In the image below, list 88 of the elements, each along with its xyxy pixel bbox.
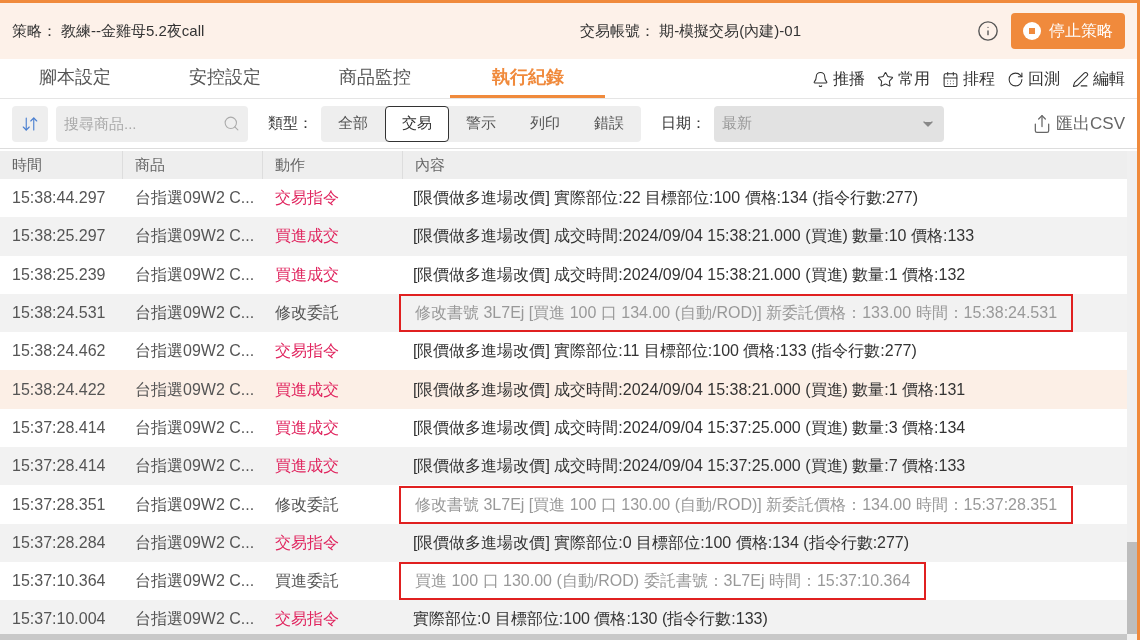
content-cell-text: [限價做多進場改價] 成交時間:2024/09/04 15:38:21.000 (買進) 數量:10 價格:133 bbox=[413, 226, 976, 247]
time-cell-text: 15:37:28.351 bbox=[11, 494, 107, 515]
toolbar-button[interactable]: 回測 bbox=[1007, 67, 1060, 91]
sort-icon bbox=[21, 114, 39, 133]
time-cell-text: 15:37:28.414 bbox=[11, 456, 107, 477]
replay-icon bbox=[1007, 70, 1024, 88]
action-cell-text: 修改委託 bbox=[274, 494, 340, 515]
content-cell-text: [限價做多進場改價] 成交時間:2024/09/04 15:37:25.000 (買進) 數量:3 價格:134 bbox=[413, 417, 967, 438]
stop-icon bbox=[1023, 22, 1041, 40]
action-cell-text: 買進成交 bbox=[274, 226, 340, 247]
time-cell-text: 15:38:44.297 bbox=[11, 188, 107, 209]
time-cell-text: 15:37:28.284 bbox=[11, 532, 107, 553]
time-cell-text: 15:37:10.364 bbox=[11, 571, 107, 592]
action-cell-text: 修改委託 bbox=[274, 303, 340, 324]
log-row[interactable]: 15:38:25.297 台指選09W2 C... 買進成交 [限價做多進場改價] 成交時間:2024/09/04 15:38:21.000 (買進) 數量:10 價格:133 bbox=[0, 217, 1127, 256]
action-cell-text: 交易指令 bbox=[274, 188, 340, 209]
type-option[interactable]: 交易 bbox=[385, 105, 449, 142]
content-cell-text: [限價做多進場改價] 成交時間:2024/09/04 15:37:25.000 (買進) 數量:7 價格:133 bbox=[413, 456, 967, 477]
product-cell-text: 台指選09W2 C... bbox=[134, 571, 256, 592]
product-cell-text: 台指選09W2 C... bbox=[134, 226, 256, 247]
date-label: 日期： bbox=[661, 113, 706, 134]
time-cell-text: 15:37:10.004 bbox=[11, 609, 107, 630]
type-option[interactable]: 全部 bbox=[321, 105, 385, 142]
time-cell-text: 15:37:28.414 bbox=[11, 417, 107, 438]
horizontal-scrollbar[interactable] bbox=[0, 634, 1127, 640]
action-cell-text: 買進成交 bbox=[274, 264, 340, 285]
action-cell-text: 買進成交 bbox=[274, 456, 340, 477]
scrollbar-thumb[interactable] bbox=[1127, 542, 1137, 634]
type-option[interactable]: 錯誤 bbox=[577, 105, 641, 142]
content-cell: 修改書號 3L7Ej [買進 100 口 134.00 (自動/ROD)] 新委託價格：133.00 時間：15:38:24.531 bbox=[399, 294, 1074, 333]
content-cell-text: [限價做多進場改價] 成交時間:2024/09/04 15:38:21.000 (買進) 數量:1 價格:132 bbox=[413, 264, 967, 285]
product-cell-text: 台指選09W2 C... bbox=[134, 532, 256, 553]
content-cell-text: 實際部位:0 目標部位:100 價格:130 (指令行數:133) bbox=[413, 609, 769, 630]
product-cell-text: 台指選09W2 C... bbox=[134, 379, 256, 400]
action-cell-text: 買進成交 bbox=[274, 379, 340, 400]
account-label: 交易帳號： bbox=[580, 20, 656, 41]
product-cell-text: 台指選09W2 C... bbox=[134, 417, 256, 438]
info-icon[interactable] bbox=[977, 20, 999, 42]
log-row[interactable]: 15:37:10.004 台指選09W2 C... 交易指令 實際部位:0 目標部位:100 價格:130 (指令行數:133) bbox=[0, 600, 1127, 634]
tab[interactable]: 安控設定 bbox=[150, 60, 300, 98]
search-icon bbox=[223, 114, 240, 132]
action-cell-text: 買進委託 bbox=[274, 571, 340, 592]
log-row[interactable]: 15:37:28.414 台指選09W2 C... 買進成交 [限價做多進場改價] 成交時間:2024/09/04 15:37:25.000 (買進) 數量:7 價格:133 bbox=[0, 447, 1127, 486]
product-cell-text: 台指選09W2 C... bbox=[134, 609, 256, 630]
content-cell-text: [限價做多進場改價] 實際部位:0 目標部位:100 價格:134 (指令行數:277) bbox=[413, 532, 911, 553]
action-cell-text: 交易指令 bbox=[274, 341, 340, 362]
toolbar-button[interactable]: 排程 bbox=[942, 67, 995, 91]
strategy-name: 教練--金雞母5.2夜call bbox=[61, 20, 205, 41]
product-cell-text: 台指選09W2 C... bbox=[134, 494, 256, 515]
content-cell: 買進 100 口 130.00 (自動/ROD) 委託書號：3L7Ej 時間：15:37:10.364 bbox=[399, 562, 927, 601]
export-csv-button[interactable]: 匯出CSV bbox=[1032, 110, 1125, 137]
log-row[interactable]: 15:38:24.531 台指選09W2 C... 修改委託 修改書號 3L7Ej [買進 100 口 134.00 (自動/ROD)] 新委託價格：133.00 時間：15:38:24.531 bbox=[0, 293, 1127, 333]
product-cell-text: 台指選09W2 C... bbox=[134, 341, 256, 362]
content-cell-text: [限價做多進場改價] 實際部位:11 目標部位:100 價格:133 (指令行數:277) bbox=[413, 341, 918, 362]
log-row[interactable]: 15:37:28.284 台指選09W2 C... 交易指令 [限價做多進場改價] 實際部位:0 目標部位:100 價格:134 (指令行數:277) bbox=[0, 523, 1127, 562]
product-cell-text: 台指選09W2 C... bbox=[134, 303, 256, 324]
account-name: 期-模擬交易(內建)-01 bbox=[659, 20, 801, 41]
column-header: 內容 bbox=[414, 154, 446, 175]
tab[interactable]: 商品監控 bbox=[300, 60, 450, 98]
time-cell-text: 15:38:25.239 bbox=[11, 264, 107, 285]
product-cell-text: 台指選09W2 C... bbox=[134, 188, 256, 209]
time-cell-text: 15:38:24.462 bbox=[11, 341, 107, 362]
action-cell-text: 買進成交 bbox=[274, 417, 340, 438]
product-cell-text: 台指選09W2 C... bbox=[134, 456, 256, 477]
toolbar-button[interactable]: 編輯 bbox=[1072, 67, 1125, 91]
type-option[interactable]: 列印 bbox=[513, 105, 577, 142]
time-cell-text: 15:38:24.422 bbox=[11, 379, 107, 400]
sort-button[interactable] bbox=[12, 105, 48, 142]
tab[interactable]: 腳本設定 bbox=[0, 60, 150, 98]
type-label: 類型： bbox=[268, 113, 313, 134]
search-field[interactable]: 搜尋商品... bbox=[56, 105, 248, 142]
type-option[interactable]: 警示 bbox=[449, 105, 513, 142]
product-cell-text: 台指選09W2 C... bbox=[134, 264, 256, 285]
content-cell: 修改書號 3L7Ej [買進 100 口 130.00 (自動/ROD)] 新委託價格：134.00 時間：15:37:28.351 bbox=[399, 485, 1074, 524]
log-row[interactable]: 15:38:24.422 台指選09W2 C... 買進成交 [限價做多進場改價] 成交時間:2024/09/04 15:38:21.000 (買進) 數量:1 價格:131 bbox=[0, 370, 1127, 409]
time-cell-text: 15:38:25.297 bbox=[11, 226, 107, 247]
content-cell-text: [限價做多進場改價] 實際部位:22 目標部位:100 價格:134 (指令行數:277) bbox=[413, 188, 919, 209]
toolbar-button[interactable]: 推播 bbox=[812, 67, 865, 91]
content-cell-text: [限價做多進場改價] 成交時間:2024/09/04 15:38:21.000 (買進) 數量:1 價格:131 bbox=[413, 379, 967, 400]
pencil-icon bbox=[1072, 70, 1089, 88]
bell-icon bbox=[812, 70, 829, 88]
time-cell-text: 15:38:24.531 bbox=[11, 303, 107, 324]
action-cell-text: 交易指令 bbox=[274, 609, 340, 630]
strategy-label: 策略： bbox=[12, 20, 57, 41]
calendar-icon bbox=[942, 70, 959, 88]
toolbar-button[interactable]: 常用 bbox=[877, 67, 930, 91]
star-icon bbox=[877, 70, 894, 88]
action-cell-text: 交易指令 bbox=[274, 532, 340, 553]
